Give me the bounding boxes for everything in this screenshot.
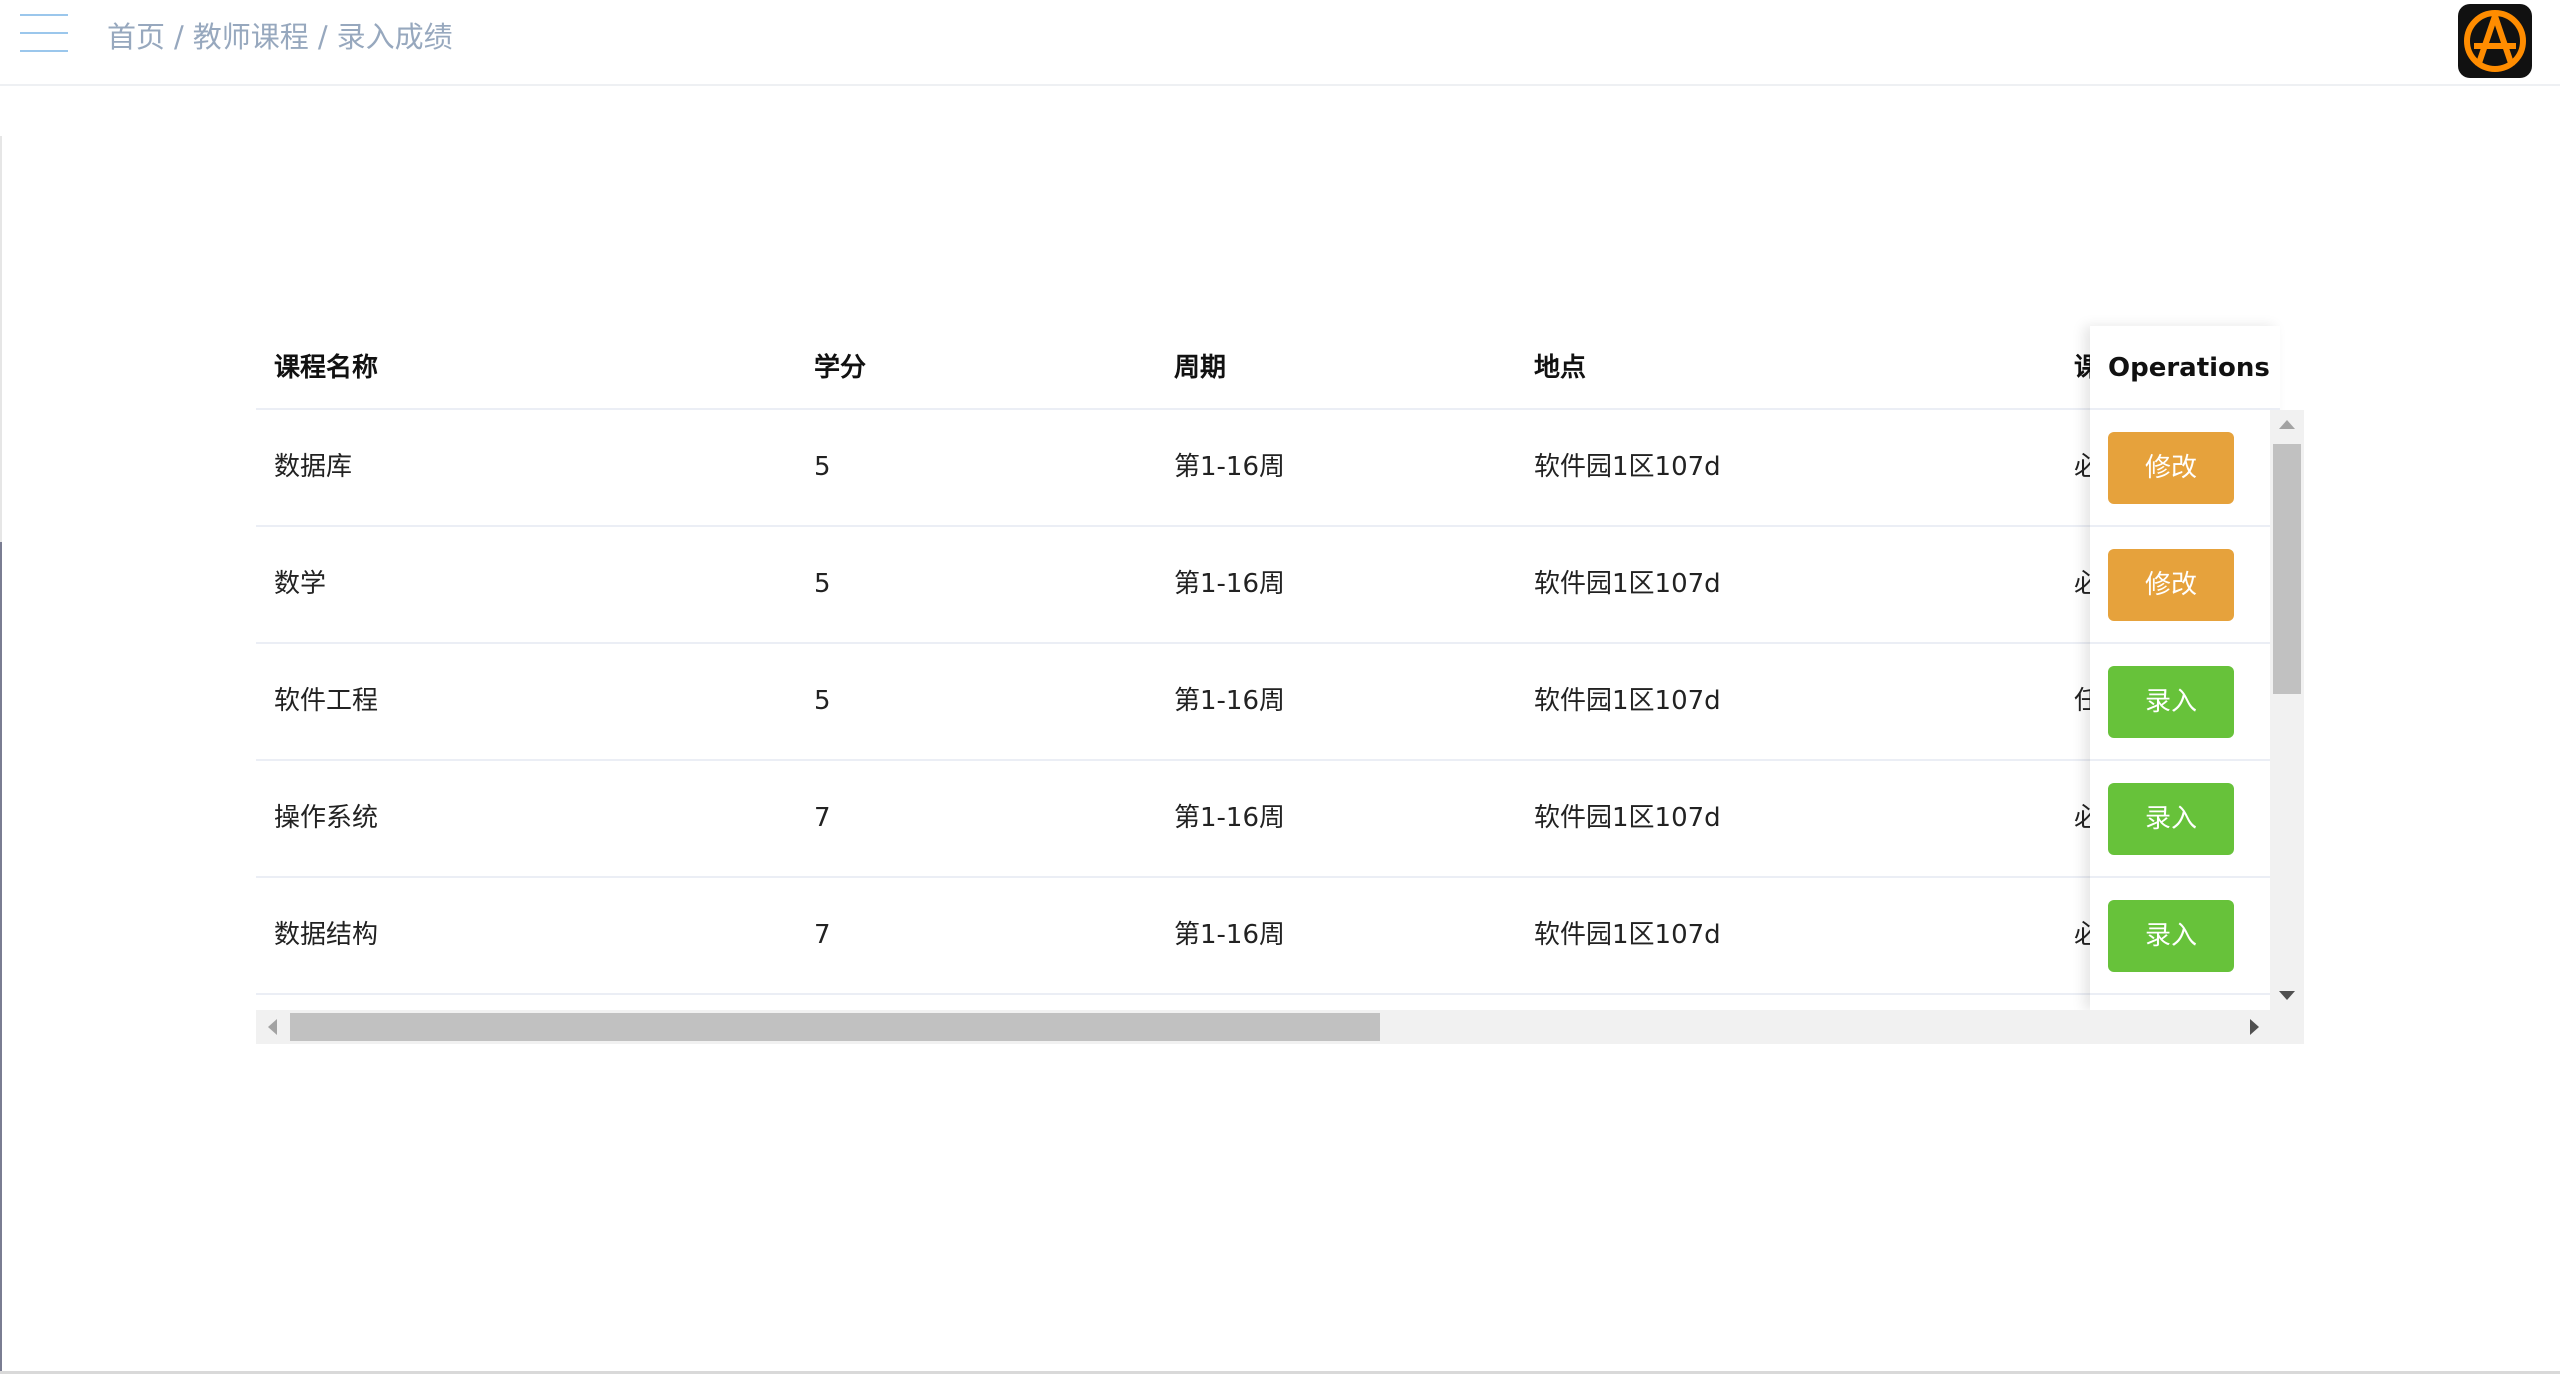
enter-grade-button[interactable]: 录入	[2108, 783, 2234, 855]
table-row: 数据结构 7 第1-16周 软件园1区107d 必	[256, 878, 2090, 995]
cell-place: 软件园1区107d	[1534, 452, 1721, 482]
breadcrumb-separator: /	[317, 20, 328, 54]
cell-place: 软件园1区107d	[1534, 569, 1721, 599]
cell-course-name: 操作系统	[274, 803, 379, 833]
left-border-dark	[0, 542, 2, 1374]
cell-credit: 7	[814, 920, 831, 950]
operations-fixed-column: Operations 修改 修改 录入 录入 录入	[2090, 326, 2280, 1010]
operations-cell: 录入	[2090, 761, 2280, 878]
horizontal-scrollbar[interactable]	[256, 1010, 2304, 1044]
scroll-down-arrow-icon[interactable]	[2279, 991, 2295, 1000]
cell-course-type: 必	[2074, 569, 2090, 599]
cell-place: 软件园1区107d	[1534, 803, 1721, 833]
cell-course-name: 数据库	[274, 452, 353, 482]
header-operations: Operations	[2090, 326, 2280, 410]
cell-course-type: 任	[2074, 686, 2090, 716]
table-row: 操作系统 7 第1-16周 软件园1区107d 必	[256, 761, 2090, 878]
hamburger-menu-icon[interactable]	[20, 14, 68, 52]
cell-period: 第1-16周	[1174, 569, 1286, 599]
header-credit: 学分	[814, 353, 867, 383]
breadcrumb-separator: /	[174, 20, 184, 54]
header-course-name: 课程名称	[274, 353, 379, 383]
anarchy-a-logo-icon	[2464, 10, 2526, 72]
header-course-type-clipped: 课	[2074, 353, 2090, 383]
cell-credit: 7	[814, 803, 831, 833]
cell-course-type: 必	[2074, 803, 2090, 833]
operations-cell: 修改	[2090, 527, 2280, 644]
edit-grade-button[interactable]: 修改	[2108, 549, 2234, 621]
cell-course-name: 数据结构	[274, 920, 379, 950]
cell-period: 第1-16周	[1174, 803, 1286, 833]
breadcrumb-item-enter-grades: 录入成绩	[336, 20, 453, 54]
cell-course-type: 必	[2074, 920, 2090, 950]
table-header-row: 课程名称 学分 周期 地点 课	[256, 326, 2090, 410]
scroll-left-arrow-icon[interactable]	[268, 1019, 277, 1035]
header-period: 周期	[1174, 353, 1227, 383]
top-navbar: 首页 / 教师课程 / 录入成绩	[0, 0, 2560, 86]
cell-period: 第1-16周	[1174, 686, 1286, 716]
vertical-scrollbar[interactable]	[2270, 410, 2304, 1010]
cell-course-name: 软件工程	[274, 686, 379, 716]
vertical-scrollbar-thumb[interactable]	[2273, 444, 2301, 694]
left-border	[0, 136, 2, 542]
edit-grade-button[interactable]: 修改	[2108, 432, 2234, 504]
enter-grade-button[interactable]: 录入	[2108, 900, 2234, 972]
enter-grade-button[interactable]: 录入	[2108, 666, 2234, 738]
operations-cell: 录入	[2090, 878, 2280, 995]
cell-period: 第1-16周	[1174, 452, 1286, 482]
table-row: 软件工程 5 第1-16周 软件园1区107d 任	[256, 644, 2090, 761]
cell-course-name: 数学	[274, 569, 327, 599]
breadcrumb-item-teacher-courses[interactable]: 教师课程	[193, 20, 309, 54]
cell-place: 软件园1区107d	[1534, 686, 1721, 716]
scroll-up-arrow-icon[interactable]	[2279, 420, 2295, 429]
operations-cell: 修改	[2090, 410, 2280, 527]
cell-credit: 5	[814, 452, 831, 482]
header-place: 地点	[1534, 353, 1587, 383]
cell-course-type: 必	[2074, 452, 2090, 482]
breadcrumb-item-home[interactable]: 首页	[107, 20, 165, 54]
cell-place: 软件园1区107d	[1534, 920, 1721, 950]
table-row: 数学 5 第1-16周 软件园1区107d 必	[256, 527, 2090, 644]
cell-period: 第1-16周	[1174, 920, 1286, 950]
breadcrumb: 首页 / 教师课程 / 录入成绩	[107, 18, 453, 56]
operations-cell: 录入	[2090, 644, 2280, 761]
cell-credit: 5	[814, 686, 831, 716]
avatar[interactable]	[2458, 4, 2532, 78]
cell-credit: 5	[814, 569, 831, 599]
horizontal-scrollbar-thumb[interactable]	[290, 1013, 1380, 1041]
scroll-right-arrow-icon[interactable]	[2250, 1019, 2259, 1035]
page: 首页 / 教师课程 / 录入成绩 课程名称 学分 周期 地点 课 数据库 5 第1-16…	[0, 0, 2560, 1374]
course-table: 课程名称 学分 周期 地点 课 数据库 5 第1-16周 软件园1区107d 必…	[256, 326, 2304, 1044]
table-row: 数据库 5 第1-16周 软件园1区107d 必	[256, 410, 2090, 527]
